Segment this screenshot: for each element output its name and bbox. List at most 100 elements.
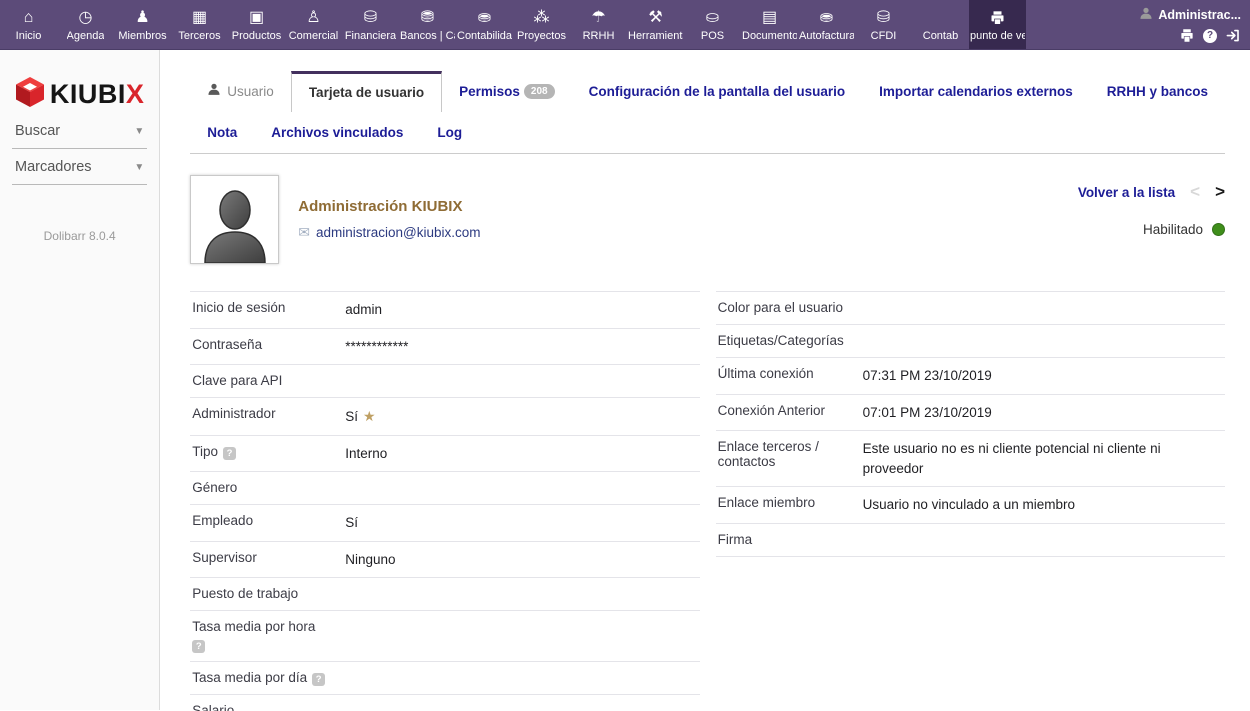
logout-icon[interactable] xyxy=(1225,28,1241,43)
menu-item-herramientas[interactable]: ⚒ Herramientas xyxy=(627,0,684,49)
menu-item-pos[interactable]: ⛀ POS xyxy=(684,0,741,49)
current-user-label: Administrac... xyxy=(1158,8,1241,22)
products-icon: ▣ xyxy=(249,8,264,27)
tab-tarjeta-de-usuario[interactable]: Tarjeta de usuario xyxy=(291,71,442,112)
topbar-action-icons: ? xyxy=(1179,28,1241,43)
main-content: Usuario Tarjeta de usuario Permisos208 C… xyxy=(160,50,1250,710)
tab-importar-calendarios[interactable]: Importar calendarios externos xyxy=(862,71,1090,112)
menu-label: Comercial xyxy=(289,30,339,42)
field-row-firma: Firma xyxy=(716,524,1225,557)
chevron-down-icon: ▼ xyxy=(134,162,144,173)
menu-item-terceros[interactable]: ▦ Terceros xyxy=(171,0,228,49)
menu-item-comercial[interactable]: ♙ Comercial xyxy=(285,0,342,49)
field-row-puesto: Puesto de trabajo xyxy=(190,578,699,611)
hrm-icon: ☂ xyxy=(591,8,605,27)
menu-item-financiera[interactable]: ⛁ Financiera xyxy=(342,0,399,49)
menu-item-miembros[interactable]: ♟ Miembros xyxy=(114,0,171,49)
field-row-administrador: Administrador Sí★ xyxy=(190,398,699,436)
bank-icon: ⛃ xyxy=(421,8,434,27)
menu-item-productos[interactable]: ▣ Productos xyxy=(228,0,285,49)
documents-icon: ▤ xyxy=(762,8,777,27)
cfdi-icon: ⛁ xyxy=(877,8,890,27)
billing-coins-icon: ⛁ xyxy=(364,8,377,27)
chevron-down-icon: ▼ xyxy=(134,126,144,137)
fields-table-left: Inicio de sesión admin Contraseña ******… xyxy=(190,291,699,711)
tab-usuario-title: Usuario xyxy=(190,71,291,112)
user-email-link[interactable]: ✉ administracion@kiubix.com xyxy=(298,224,480,241)
menu-label: Herramientas xyxy=(628,30,683,42)
main-menu: ⌂ Inicio ◷ Agenda ♟ Miembros ▦ Terceros … xyxy=(0,0,1026,49)
left-sidebar: KIUBIX Buscar ▼ Marcadores ▼ Dolibarr 8.… xyxy=(0,50,160,710)
menu-label: Terceros xyxy=(178,30,220,42)
field-row-conexion-anterior: Conexión Anterior 07:01 PM 23/10/2019 xyxy=(716,395,1225,432)
tab-configuracion-pantalla[interactable]: Configuración de la pantalla del usuario xyxy=(572,71,863,112)
menu-label: RRHH xyxy=(583,30,615,42)
menu-label: Contabilidad xyxy=(457,30,512,42)
field-row-password: Contraseña ************ xyxy=(190,329,699,366)
user-profile-header: Administración KIUBIX ✉ administracion@k… xyxy=(190,175,1225,264)
kiubix-logo[interactable]: KIUBIX xyxy=(0,76,159,113)
tools-icon: ⚒ xyxy=(648,8,662,27)
user-fullname: Administración KIUBIX xyxy=(298,198,480,215)
menu-item-documentos[interactable]: ▤ Documentos xyxy=(741,0,798,49)
current-user-menu[interactable]: Administrac... xyxy=(1139,6,1241,23)
user-avatar xyxy=(190,175,279,264)
field-row-enlace-terceros: Enlace terceros / contactos Este usuario… xyxy=(716,431,1225,487)
prev-record-arrow: < xyxy=(1190,182,1200,202)
logo-text: KIUBIX xyxy=(50,79,145,110)
menu-item-cfdi[interactable]: ⛁ CFDI xyxy=(855,0,912,49)
menu-item-rrhh[interactable]: ☂ RRHH xyxy=(570,0,627,49)
autoinvoice-icon: ⛂ xyxy=(820,8,833,27)
field-row-color: Color para el usuario xyxy=(716,292,1225,325)
field-row-api-key: Clave para API xyxy=(190,365,699,398)
user-bust-icon xyxy=(207,71,221,112)
menu-label: Documentos xyxy=(742,30,797,42)
tabs-divider xyxy=(190,153,1225,154)
status-enabled-dot xyxy=(1212,223,1225,236)
help-badge-icon: ? xyxy=(312,673,325,686)
menu-label: Productos xyxy=(232,30,282,42)
field-row-login: Inicio de sesión admin xyxy=(190,292,699,329)
menu-label: Autofactura xyxy=(799,30,854,42)
field-row-enlace-miembro: Enlace miembro Usuario no vinculado a un… xyxy=(716,487,1225,524)
permisos-count-badge: 208 xyxy=(524,84,555,99)
menu-item-bancos[interactable]: ⛃ Bancos | Caja xyxy=(399,0,456,49)
field-row-ultima-conexion: Última conexión 07:31 PM 23/10/2019 xyxy=(716,358,1225,395)
field-row-genero: Género xyxy=(190,472,699,505)
field-row-tasa-dia: Tasa media por día? xyxy=(190,662,699,695)
tab-log[interactable]: Log xyxy=(420,112,479,153)
bookmarks-dropdown[interactable]: Marcadores ▼ xyxy=(12,149,147,185)
tab-bar: Usuario Tarjeta de usuario Permisos208 C… xyxy=(190,69,1225,112)
topbar-right: Administrac... ? xyxy=(1139,0,1250,49)
user-bust-icon xyxy=(1139,6,1153,23)
menu-item-contabilidad[interactable]: ⛂ Contabilidad xyxy=(456,0,513,49)
status-badge: Habilitado xyxy=(1143,222,1225,237)
fields-table-right: Color para el usuario Etiquetas/Categorí… xyxy=(716,291,1225,711)
tab-rrhh-y-bancos[interactable]: RRHH y bancos xyxy=(1090,71,1225,112)
menu-item-inicio[interactable]: ⌂ Inicio xyxy=(0,0,57,49)
menu-item-proyectos[interactable]: ⁂ Proyectos xyxy=(513,0,570,49)
menu-item-agenda[interactable]: ◷ Agenda xyxy=(57,0,114,49)
menu-item-autofactura[interactable]: ⛂ Autofactura xyxy=(798,0,855,49)
help-badge-icon: ? xyxy=(192,640,205,653)
menu-label: Miembros xyxy=(118,30,166,42)
print-icon[interactable] xyxy=(1179,28,1195,43)
help-badge-icon: ? xyxy=(223,447,236,460)
envelope-icon: ✉ xyxy=(298,224,310,241)
menu-item-punto-de-venta[interactable]: punto de venta xyxy=(969,0,1026,49)
accounting-icon: ⛂ xyxy=(478,8,491,27)
menu-label: Financiera xyxy=(345,30,396,42)
next-record-arrow[interactable]: > xyxy=(1215,182,1225,202)
pos-icon: ⛀ xyxy=(706,8,719,27)
tab-bar-row2: Nota Archivos vinculados Log xyxy=(190,114,1225,150)
tab-archivos-vinculados[interactable]: Archivos vinculados xyxy=(254,112,420,153)
tab-permisos[interactable]: Permisos208 xyxy=(442,71,571,112)
search-dropdown[interactable]: Buscar ▼ xyxy=(12,113,147,149)
tab-nota[interactable]: Nota xyxy=(190,112,254,153)
help-icon[interactable]: ? xyxy=(1203,29,1217,43)
back-to-list-link[interactable]: Volver a la lista xyxy=(1078,185,1175,200)
menu-item-contab[interactable]: Contab xyxy=(912,0,969,49)
agenda-clock-icon: ◷ xyxy=(79,8,93,27)
top-menubar: ⌂ Inicio ◷ Agenda ♟ Miembros ▦ Terceros … xyxy=(0,0,1250,50)
field-row-tipo: Tipo? Interno xyxy=(190,436,699,473)
